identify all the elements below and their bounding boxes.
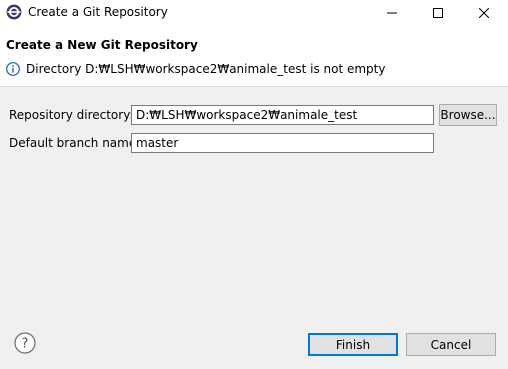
window-title: Create a Git Repository <box>28 5 168 19</box>
close-icon <box>479 8 489 18</box>
wizard-header: Create a New Git Repository Directory D:… <box>0 26 508 87</box>
default-branch-input[interactable]: master <box>131 133 434 153</box>
page-title: Create a New Git Repository <box>6 38 198 52</box>
svg-text:?: ? <box>22 337 29 352</box>
close-button[interactable] <box>461 0 507 26</box>
repository-directory-input[interactable]: D:₩LSH₩workspace2₩animale_test <box>131 105 434 125</box>
maximize-icon <box>433 8 443 18</box>
status-message: Directory D:₩LSH₩workspace2₩animale_test… <box>26 62 386 76</box>
browse-button[interactable]: Browse... <box>439 104 497 126</box>
default-branch-label: Default branch name: <box>9 136 141 150</box>
info-icon <box>6 62 20 76</box>
help-icon[interactable]: ? <box>14 332 36 354</box>
repository-directory-label: Repository directory: <box>9 108 134 122</box>
minimize-icon <box>387 12 397 14</box>
dialog-window: Create a Git Repository Create a New Git… <box>0 0 508 369</box>
finish-button[interactable]: Finish <box>308 333 398 356</box>
minimize-button[interactable] <box>369 0 415 26</box>
title-bar: Create a Git Repository <box>0 0 508 26</box>
cancel-button[interactable]: Cancel <box>406 333 496 356</box>
maximize-button[interactable] <box>415 0 461 26</box>
eclipse-icon <box>6 4 22 20</box>
